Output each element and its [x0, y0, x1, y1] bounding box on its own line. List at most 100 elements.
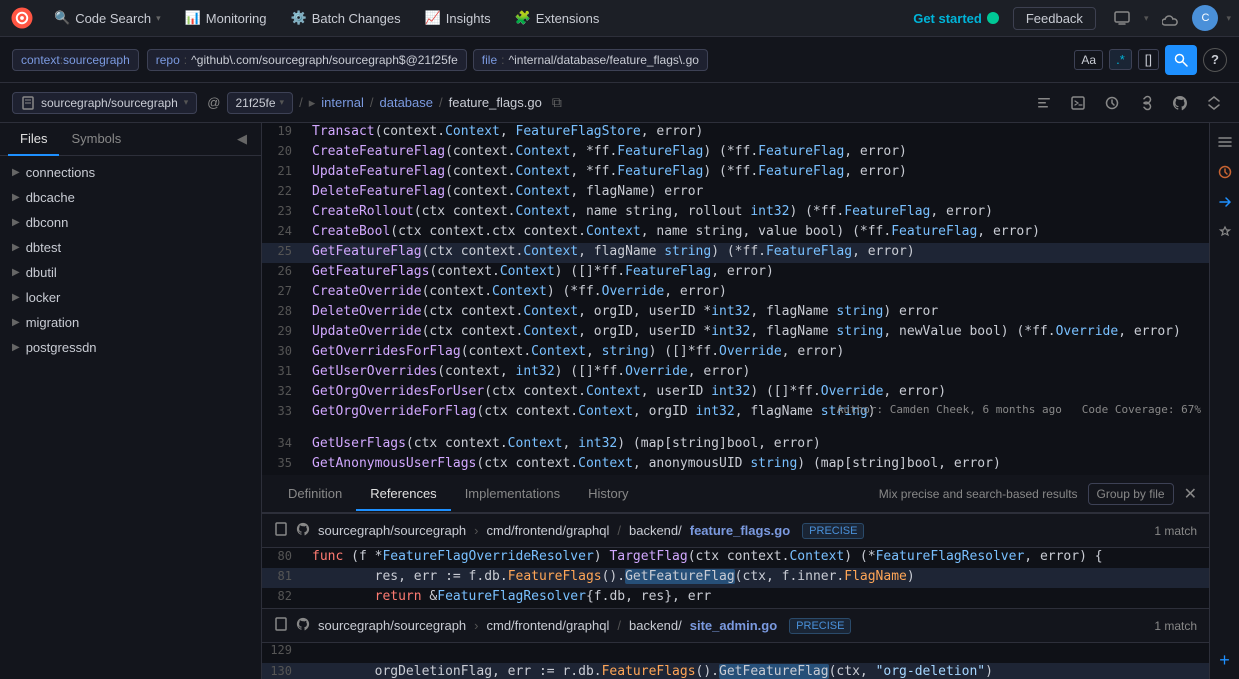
close-panel-button[interactable]: ✕ [1184, 484, 1197, 504]
help-button[interactable]: ? [1203, 48, 1227, 72]
search-submit-button[interactable] [1165, 45, 1197, 75]
panel-icon-1[interactable] [1214, 131, 1236, 153]
path-sep-2: / [370, 95, 374, 110]
sidebar-item-dbutil[interactable]: ▶ dbutil [0, 260, 261, 285]
sidebar-item-label: connections [26, 165, 249, 180]
context-key: context [21, 53, 60, 67]
file-icon-2 [274, 617, 288, 634]
chevron-down-icon-2: ▾ [1144, 13, 1149, 24]
code-line: 19 Transact(context.Context, FeatureFlag… [262, 123, 1209, 143]
nav-extensions[interactable]: 🧩 Extensions [505, 6, 610, 30]
add-panel-button[interactable]: + [1214, 649, 1236, 671]
code-line-81: 81 res, err := f.db.FeatureFlags().GetFe… [262, 568, 1209, 588]
tab-symbols[interactable]: Symbols [59, 123, 133, 156]
logo [8, 4, 36, 32]
at-symbol: @ [207, 95, 220, 110]
history-icon-button[interactable] [1099, 90, 1125, 116]
chevron-icon: ▶ [12, 292, 20, 303]
nav-monitoring[interactable]: 📊 Monitoring [175, 6, 277, 30]
screen-icon-button[interactable] [1108, 4, 1136, 32]
sidebar-item-connections[interactable]: ▶ connections [0, 160, 261, 185]
nav-insights-label: Insights [446, 11, 491, 26]
tab-history[interactable]: History [574, 478, 642, 511]
commit-selector[interactable]: 21f25fe ▾ [227, 92, 294, 114]
code-line: 21 UpdateFeatureFlag(context.Context, *f… [262, 163, 1209, 183]
file-filter[interactable]: file:^internal/database/feature_flags\.g… [473, 49, 708, 71]
panel-icon-4[interactable] [1214, 221, 1236, 243]
context-selector[interactable]: context:sourcegraph [12, 49, 139, 71]
sidebar-item-dbcache[interactable]: ▶ dbcache [0, 185, 261, 210]
sidebar-file-list: ▶ connections ▶ dbcache ▶ dbconn ▶ dbtes… [0, 156, 261, 364]
cloud-icon-button[interactable] [1156, 4, 1184, 32]
format-icon-button[interactable] [1031, 90, 1057, 116]
sidebar-item-label: dbcache [26, 190, 249, 205]
file-icon [274, 522, 288, 539]
tab-definition[interactable]: Definition [274, 478, 356, 511]
search-icon: 🔍 [54, 10, 70, 26]
tab-references[interactable]: References [356, 478, 450, 511]
result-tab-actions: Mix precise and search-based results Gro… [879, 483, 1197, 505]
copy-path-button[interactable]: ⧉ [552, 94, 562, 111]
context-value: sourcegraph [63, 53, 130, 67]
repo-filter[interactable]: repo:^github\.com/sourcegraph/sourcegrap… [147, 49, 467, 71]
nav-batch-changes[interactable]: ⚙️ Batch Changes [281, 6, 411, 30]
path-internal[interactable]: internal [321, 95, 364, 110]
status-dot [987, 12, 999, 24]
code-line: 34 GetUserFlags(ctx context.Context, int… [262, 435, 1209, 455]
sidebar-item-migration[interactable]: ▶ migration [0, 310, 261, 335]
get-started-label: Get started [913, 11, 982, 26]
code-line: 24 CreateBool(ctx context.ctx context.Co… [262, 223, 1209, 243]
path-database[interactable]: database [380, 95, 434, 110]
repo-selector[interactable]: sourcegraph/sourcegraph ▾ [12, 92, 197, 114]
collapse-icon-button[interactable] [1201, 90, 1227, 116]
code-line: 27 CreateOverride(context.Context) (*ff.… [262, 283, 1209, 303]
chevron-icon: ▶ [12, 192, 20, 203]
sidebar-item-dbconn[interactable]: ▶ dbconn [0, 210, 261, 235]
case-button[interactable]: Aa [1074, 50, 1103, 70]
sidebar-item-label: postgressdn [26, 340, 249, 355]
structural-button[interactable]: [] [1138, 49, 1159, 70]
result-filename-2[interactable]: site_admin.go [690, 618, 777, 633]
nav-monitoring-label: Monitoring [206, 11, 267, 26]
code-viewer: 19 Transact(context.Context, FeatureFlag… [262, 123, 1209, 679]
code-line: 26 GetFeatureFlags(context.Context) ([]*… [262, 263, 1209, 283]
tab-files[interactable]: Files [8, 123, 59, 156]
sidebar-collapse-button[interactable]: ◀ [231, 128, 253, 150]
code-line: 31 GetUserOverrides(context, int32) ([]*… [262, 363, 1209, 383]
sidebar: Files Symbols ◀ ▶ connections ▶ dbcache … [0, 123, 262, 679]
code-line: 29 UpdateOverride(ctx context.Context, o… [262, 323, 1209, 343]
group-by-button[interactable]: Group by file [1088, 483, 1174, 505]
chevron-icon: ▶ [12, 317, 20, 328]
code-line: 20 CreateFeatureFlag(context.Context, *f… [262, 143, 1209, 163]
regex-button[interactable]: .* [1109, 49, 1132, 70]
code-line: 30 GetOverridesForFlag(context.Context, … [262, 343, 1209, 363]
nav-insights[interactable]: 📈 Insights [415, 6, 501, 30]
sidebar-item-label: dbtest [26, 240, 249, 255]
path-filename: feature_flags.go [449, 95, 542, 110]
file-path-row: sourcegraph/sourcegraph ▾ @ 21f25fe ▾ / … [0, 83, 1239, 123]
code-line-130: 130 orgDeletionFlag, err := r.db.Feature… [262, 663, 1209, 679]
feedback-button[interactable]: Feedback [1013, 7, 1096, 30]
raw-icon-button[interactable] [1065, 90, 1091, 116]
sidebar-item-dbtest[interactable]: ▶ dbtest [0, 235, 261, 260]
result-1-lines: 80 func (f *FeatureFlagOverrideResolver)… [262, 548, 1209, 608]
tab-history-label: History [588, 486, 628, 501]
tab-implementations-label: Implementations [465, 486, 560, 501]
nav-code-search[interactable]: 🔍 Code Search ▾ [44, 6, 171, 30]
blame-tooltip: Author: Camden Cheek, 6 months ago Code … [837, 403, 1201, 416]
result-repo-link-2[interactable]: sourcegraph/sourcegraph [318, 618, 466, 633]
monitor-icon: 📊 [185, 10, 201, 26]
tab-implementations[interactable]: Implementations [451, 478, 574, 511]
github-icon-button[interactable] [1167, 90, 1193, 116]
link-icon-button[interactable] [1133, 90, 1159, 116]
result-repo-link-1[interactable]: sourcegraph/sourcegraph [318, 523, 466, 538]
panel-icon-3[interactable] [1214, 191, 1236, 213]
sidebar-item-postgressdn[interactable]: ▶ postgressdn [0, 335, 261, 360]
panel-icon-2[interactable] [1214, 161, 1236, 183]
search-bar-row: context:sourcegraph repo:^github\.com/so… [0, 37, 1239, 83]
avatar[interactable]: C [1192, 5, 1218, 31]
mix-results-button[interactable]: Mix precise and search-based results [879, 487, 1078, 501]
sidebar-item-locker[interactable]: ▶ locker [0, 285, 261, 310]
get-started-button[interactable]: Get started [903, 7, 1009, 30]
result-filename-1[interactable]: feature_flags.go [690, 523, 790, 538]
